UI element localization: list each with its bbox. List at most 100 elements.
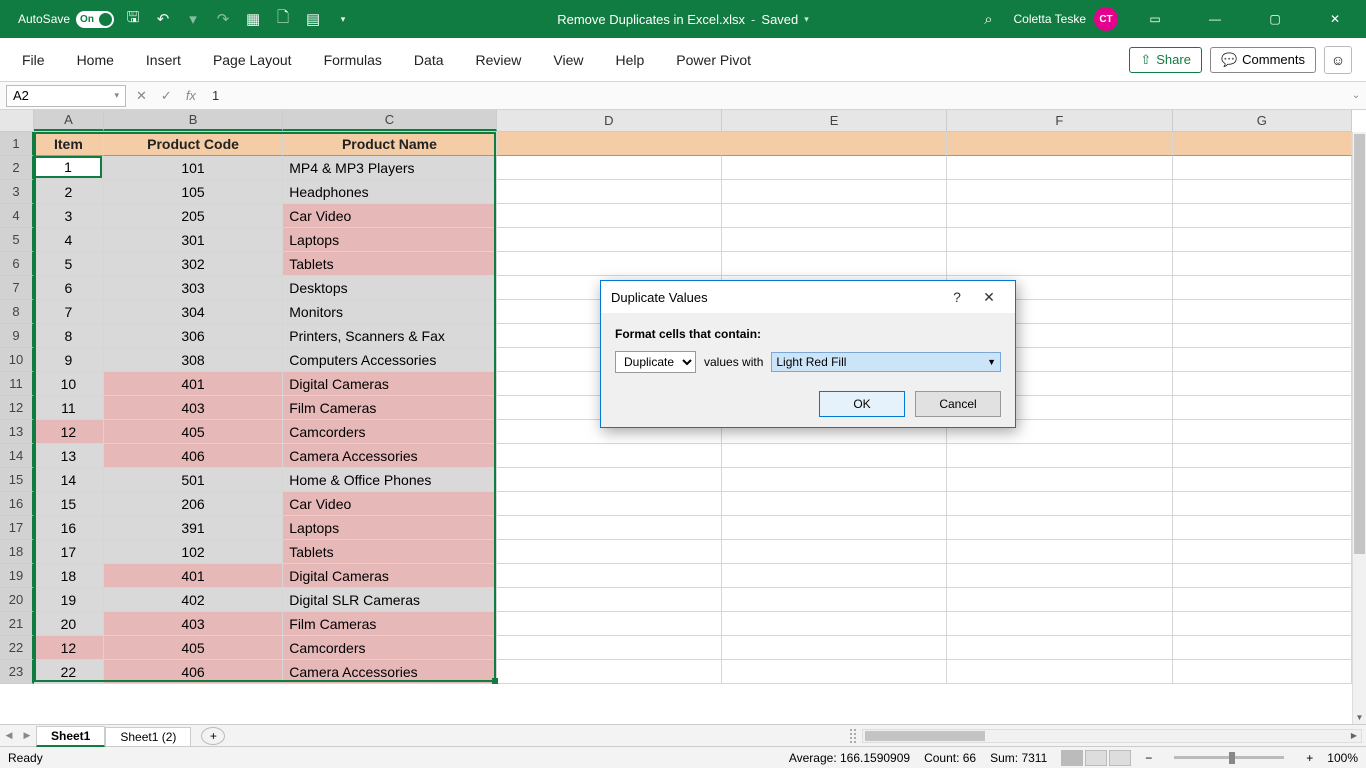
cell[interactable]: 391 — [104, 516, 283, 540]
cell[interactable]: Car Video — [283, 492, 496, 516]
row-header[interactable]: 18 — [0, 540, 34, 564]
cell[interactable]: 501 — [104, 468, 283, 492]
qat-customize-icon[interactable]: ▾ — [332, 8, 354, 30]
col-header-G[interactable]: G — [1173, 110, 1352, 131]
tab-file[interactable]: File — [8, 44, 59, 76]
cell[interactable]: Film Cameras — [283, 396, 496, 420]
sheet-nav-prev-icon[interactable]: ◀ — [0, 730, 18, 741]
cell[interactable]: Digital SLR Cameras — [283, 588, 496, 612]
cell[interactable]: 401 — [104, 564, 283, 588]
col-header-C[interactable]: C — [283, 110, 496, 131]
formula-input[interactable]: 1 — [206, 88, 1346, 103]
cell[interactable]: Computers Accessories — [283, 348, 496, 372]
cell[interactable]: Film Cameras — [283, 612, 496, 636]
cell[interactable]: 4 — [34, 228, 104, 252]
minimize-icon[interactable]: — — [1192, 0, 1238, 38]
tab-view[interactable]: View — [539, 44, 597, 76]
select-all-corner[interactable] — [0, 110, 34, 132]
view-normal-icon[interactable] — [1061, 750, 1083, 766]
cell[interactable]: 7 — [34, 300, 104, 324]
cells[interactable]: Item Product Code Product Name 1101MP4 &… — [34, 132, 1352, 724]
sheet-nav-next-icon[interactable]: ▶ — [18, 730, 36, 741]
header-product-name[interactable]: Product Name — [283, 132, 496, 156]
tab-pagelayout[interactable]: Page Layout — [199, 44, 306, 76]
fx-icon[interactable]: fx — [186, 88, 196, 103]
expand-formula-icon[interactable]: ⌄ — [1346, 90, 1366, 101]
row-header[interactable]: 6 — [0, 252, 34, 276]
cell[interactable]: 406 — [104, 660, 283, 684]
qat-icon-2[interactable]: 🗋 — [272, 8, 294, 30]
tab-data[interactable]: Data — [400, 44, 458, 76]
zoom-out-icon[interactable]: − — [1145, 751, 1152, 765]
tab-powerpivot[interactable]: Power Pivot — [662, 44, 765, 76]
cell[interactable]: Monitors — [283, 300, 496, 324]
tab-splitter[interactable] — [850, 729, 856, 743]
cell[interactable]: Headphones — [283, 180, 496, 204]
enter-formula-icon[interactable]: ✓ — [161, 88, 172, 104]
hscroll-thumb[interactable] — [865, 731, 985, 741]
cell[interactable]: 14 — [34, 468, 104, 492]
cell[interactable]: Home & Office Phones — [283, 468, 496, 492]
cell[interactable]: 2 — [34, 180, 104, 204]
header-product-code[interactable]: Product Code — [104, 132, 283, 156]
cell[interactable]: 304 — [104, 300, 283, 324]
cell[interactable]: 402 — [104, 588, 283, 612]
feedback-icon[interactable]: ☺ — [1324, 46, 1352, 74]
zoom-in-icon[interactable]: + — [1306, 751, 1313, 765]
cell[interactable]: Car Video — [283, 204, 496, 228]
cell[interactable]: 302 — [104, 252, 283, 276]
cell[interactable]: Camera Accessories — [283, 660, 496, 684]
cell[interactable]: 405 — [104, 636, 283, 660]
view-pagelayout-icon[interactable] — [1085, 750, 1107, 766]
share-button[interactable]: ⇧Share — [1129, 47, 1202, 73]
tab-help[interactable]: Help — [602, 44, 659, 76]
col-header-E[interactable]: E — [722, 110, 947, 131]
cell[interactable]: 13 — [34, 444, 104, 468]
cell[interactable]: 101 — [104, 156, 283, 180]
cell[interactable]: 11 — [34, 396, 104, 420]
row-header[interactable]: 10 — [0, 348, 34, 372]
dialog-help-icon[interactable]: ? — [941, 289, 973, 305]
save-icon[interactable]: 🖫 — [122, 8, 144, 30]
qat-icon-1[interactable]: ▦ — [242, 8, 264, 30]
row-header[interactable]: 22 — [0, 636, 34, 660]
scroll-down-icon[interactable]: ▼ — [1353, 710, 1366, 724]
cell[interactable]: Digital Cameras — [283, 564, 496, 588]
row-header[interactable]: 8 — [0, 300, 34, 324]
tab-review[interactable]: Review — [462, 44, 536, 76]
cancel-button[interactable]: Cancel — [915, 391, 1001, 417]
row-header[interactable]: 11 — [0, 372, 34, 396]
cell[interactable]: 102 — [104, 540, 283, 564]
cell[interactable]: 18 — [34, 564, 104, 588]
col-header-F[interactable]: F — [947, 110, 1172, 131]
autosave-toggle[interactable]: AutoSave On — [18, 11, 114, 28]
undo-icon[interactable]: ↶ — [152, 8, 174, 30]
row-header[interactable]: 20 — [0, 588, 34, 612]
cell[interactable]: 206 — [104, 492, 283, 516]
redo-icon[interactable]: ↷ — [212, 8, 234, 30]
vscroll-thumb[interactable] — [1354, 134, 1365, 554]
row-header[interactable]: 7 — [0, 276, 34, 300]
col-header-D[interactable]: D — [497, 110, 722, 131]
cancel-formula-icon[interactable]: ✕ — [136, 88, 147, 104]
cell[interactable]: 105 — [104, 180, 283, 204]
maximize-icon[interactable]: ▢ — [1252, 0, 1298, 38]
horizontal-scrollbar[interactable]: ◀ ▶ — [862, 729, 1362, 743]
tab-formulas[interactable]: Formulas — [310, 44, 396, 76]
sheet-tab-active[interactable]: Sheet1 — [36, 726, 105, 747]
row-header[interactable]: 23 — [0, 660, 34, 684]
row-header[interactable]: 14 — [0, 444, 34, 468]
tab-insert[interactable]: Insert — [132, 44, 195, 76]
row-header[interactable]: 9 — [0, 324, 34, 348]
cell[interactable]: Camcorders — [283, 636, 496, 660]
scroll-right-icon[interactable]: ▶ — [1347, 730, 1361, 742]
ok-button[interactable]: OK — [819, 391, 905, 417]
cell[interactable]: Digital Cameras — [283, 372, 496, 396]
row-header-1[interactable]: 1 — [0, 132, 34, 156]
cell[interactable]: 308 — [104, 348, 283, 372]
cell[interactable]: Laptops — [283, 516, 496, 540]
cell[interactable]: 15 — [34, 492, 104, 516]
duplicate-type-select[interactable]: Duplicate — [615, 351, 696, 373]
name-box[interactable]: A2▾ — [6, 85, 126, 107]
ribbon-display-icon[interactable]: ▭ — [1132, 0, 1178, 38]
